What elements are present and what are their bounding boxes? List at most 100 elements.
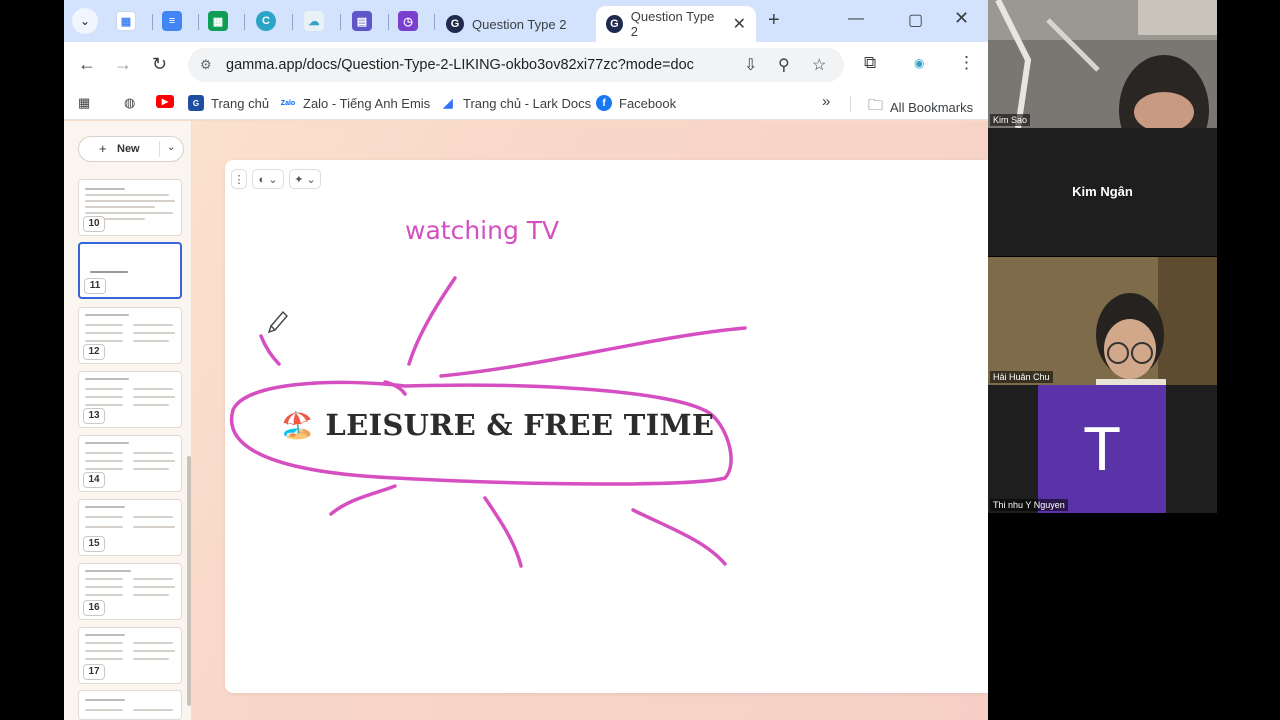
site-info-icon[interactable]: ⚙ bbox=[200, 57, 212, 73]
gamma-workspace: + New ⌄ 10 11 12 13 14 15 16 17 ⋮ ◐ ⌄ ✦ … bbox=[64, 121, 988, 720]
card-number: 14 bbox=[83, 472, 105, 488]
bookmark-label: Trang chủ - Lark Docs bbox=[463, 95, 592, 111]
bookmark-label: Trang chủ bbox=[211, 95, 270, 111]
participant-name: Hải Huân Chu bbox=[990, 371, 1053, 383]
new-card-label: New bbox=[117, 143, 140, 155]
participant-avatar: T bbox=[1038, 385, 1166, 513]
canva-tab-icon[interactable]: C bbox=[256, 11, 276, 31]
back-icon[interactable]: ← bbox=[78, 54, 96, 75]
ink-ray-lower-right bbox=[631, 508, 727, 566]
tab-bar: ⌄ ▦ ≡ ▦ C ☁ ▤ ◷ G Question Type 2 G Ques… bbox=[64, 0, 988, 42]
ink-ray-lower-left bbox=[329, 484, 397, 516]
card-title[interactable]: LEISURE & FREE TIME bbox=[325, 408, 714, 442]
forward-icon[interactable]: → bbox=[114, 54, 132, 75]
tab-separator bbox=[244, 14, 245, 30]
card-thumbnail-14[interactable]: 14 bbox=[78, 435, 182, 492]
tab-question-type-2[interactable]: G Question Type 2 bbox=[436, 6, 576, 42]
sidebar-scrollbar[interactable] bbox=[187, 456, 191, 706]
card-thumbnail-18-partial[interactable] bbox=[78, 690, 182, 720]
sheets-tab-icon[interactable]: ▦ bbox=[208, 11, 228, 31]
all-bookmarks-button[interactable]: 🗀 All Bookmarks bbox=[868, 95, 973, 120]
participant-name: Kim Sao bbox=[990, 114, 1031, 126]
card-number: 17 bbox=[83, 664, 105, 680]
bookmark-lark[interactable]: ◢ Trang chủ - Lark Docs bbox=[440, 95, 591, 111]
bookmark-facebook[interactable]: f Facebook bbox=[596, 95, 676, 111]
bookmark-label: All Bookmarks bbox=[890, 100, 974, 115]
participant-name-centered: Kim Ngân bbox=[1072, 184, 1133, 199]
plus-icon: + bbox=[99, 141, 107, 156]
beach-umbrella-icon: 🏖️ bbox=[281, 409, 314, 440]
participant-tile-kim-ngan[interactable]: Kim Ngân bbox=[988, 128, 1217, 256]
new-card-button[interactable]: + New ⌄ bbox=[78, 136, 184, 162]
close-window-icon[interactable]: ✕ bbox=[954, 8, 969, 29]
new-tab-icon[interactable]: + bbox=[768, 9, 780, 32]
bookmark-icon-red: G bbox=[188, 95, 204, 111]
close-tab-icon[interactable]: ✕ bbox=[733, 14, 746, 34]
bookmark-star-icon[interactable]: ☆ bbox=[812, 55, 826, 75]
card-number: 13 bbox=[83, 408, 105, 424]
card-thumbnail-17[interactable]: 17 bbox=[78, 627, 182, 684]
participant-tile-thi-nhu-y-nguyen[interactable]: T Thi nhu Y Nguyen bbox=[988, 385, 1217, 513]
ink-ray-upper-right bbox=[439, 326, 747, 378]
forms-tab-icon[interactable]: ▤ bbox=[352, 11, 372, 31]
docs-tab-icon[interactable]: ≡ bbox=[162, 11, 182, 31]
apps-grid-icon[interactable]: ▦ bbox=[78, 95, 90, 111]
lark-icon: ◢ bbox=[440, 95, 456, 111]
timer-tab-icon[interactable]: ◷ bbox=[398, 11, 418, 31]
tab-search-icon[interactable]: ⌄ bbox=[72, 8, 98, 34]
ink-ray-top bbox=[407, 276, 457, 366]
card-thumbnail-15[interactable]: 15 bbox=[78, 499, 182, 556]
youtube-icon[interactable]: ▶ bbox=[156, 95, 174, 108]
bookmark-label: Zalo - Tiếng Anh Emis bbox=[303, 95, 431, 111]
tab-separator bbox=[434, 14, 435, 30]
card-heading[interactable]: 🏖️ LEISURE & FREE TIME bbox=[281, 408, 714, 442]
facebook-icon: f bbox=[596, 95, 612, 111]
install-app-icon[interactable]: ⇩ bbox=[744, 55, 757, 75]
minimize-icon[interactable]: — bbox=[848, 10, 864, 28]
card-outline-sidebar: + New ⌄ 10 11 12 13 14 15 16 17 bbox=[64, 121, 192, 720]
pen-cursor-icon bbox=[267, 310, 288, 334]
handwritten-label: watching TV bbox=[405, 216, 560, 245]
bookmark-zalo[interactable]: Zalo Zalo - Tiếng Anh Emis bbox=[280, 95, 430, 111]
card-thumbnail-13[interactable]: 13 bbox=[78, 371, 182, 428]
tab-separator bbox=[292, 14, 293, 30]
card-thumbnail-11[interactable]: 11 bbox=[78, 242, 182, 299]
button-separator bbox=[159, 141, 160, 157]
zalo-icon: Zalo bbox=[280, 95, 296, 111]
card-number: 10 bbox=[83, 216, 105, 232]
url-text[interactable]: gamma.app/docs/Question-Type-2-LIKING-ok… bbox=[226, 57, 694, 73]
app-tab-icon[interactable]: ☁ bbox=[304, 11, 324, 31]
maximize-icon[interactable]: ▢ bbox=[908, 10, 923, 30]
reload-icon[interactable]: ↻ bbox=[152, 54, 167, 75]
browser-toolbar: ← → ↻ ⚙ gamma.app/docs/Question-Type-2-L… bbox=[64, 42, 988, 88]
card-number: 11 bbox=[84, 278, 106, 294]
camera-feed bbox=[988, 0, 1217, 128]
address-bar[interactable]: ⚙ gamma.app/docs/Question-Type-2-LIKING-… bbox=[188, 48, 844, 82]
chevron-down-icon[interactable]: ⌄ bbox=[167, 142, 175, 153]
tab-question-type-2-active[interactable]: G Question Type 2 ✕ bbox=[596, 6, 756, 42]
gamma-tab-icon: G bbox=[606, 15, 623, 33]
tab-title: Question Type 2 bbox=[630, 9, 715, 39]
tab-separator bbox=[152, 14, 153, 30]
globe-icon[interactable]: ◍ bbox=[124, 95, 135, 111]
participant-tile-hai-huan-chu[interactable]: Hải Huân Chu bbox=[988, 257, 1217, 385]
participant-name: Thi nhu Y Nguyen bbox=[990, 499, 1068, 511]
bookmark-label: Facebook bbox=[619, 95, 677, 111]
tab-separator bbox=[198, 14, 199, 30]
extensions-icon[interactable]: ⧉ bbox=[864, 53, 876, 73]
card-thumbnail-10[interactable]: 10 bbox=[78, 179, 182, 236]
browser-window: ⌄ ▦ ≡ ▦ C ☁ ▤ ◷ G Question Type 2 G Ques… bbox=[64, 0, 988, 720]
profile-extension-icon[interactable]: ◉ bbox=[914, 56, 924, 70]
tab-separator bbox=[388, 14, 389, 30]
more-bookmarks-button[interactable]: » bbox=[822, 93, 830, 110]
card-number: 16 bbox=[83, 600, 105, 616]
ink-ray-upper-left bbox=[259, 334, 281, 366]
menu-icon[interactable]: ⋮ bbox=[958, 53, 975, 73]
document-card[interactable]: ⋮ ◐ ⌄ ✦ ⌄ watching TV 🏖️ LEISURE & FREE … bbox=[225, 160, 988, 693]
zoom-icon[interactable]: ⚲ bbox=[778, 55, 790, 75]
card-thumbnail-16[interactable]: 16 bbox=[78, 563, 182, 620]
card-thumbnail-12[interactable]: 12 bbox=[78, 307, 182, 364]
bookmark-trang-chu[interactable]: G Trang chủ bbox=[188, 95, 269, 111]
calendar-tab-icon[interactable]: ▦ bbox=[116, 11, 136, 31]
participant-tile-kim-sao[interactable]: Kim Sao bbox=[988, 0, 1217, 128]
